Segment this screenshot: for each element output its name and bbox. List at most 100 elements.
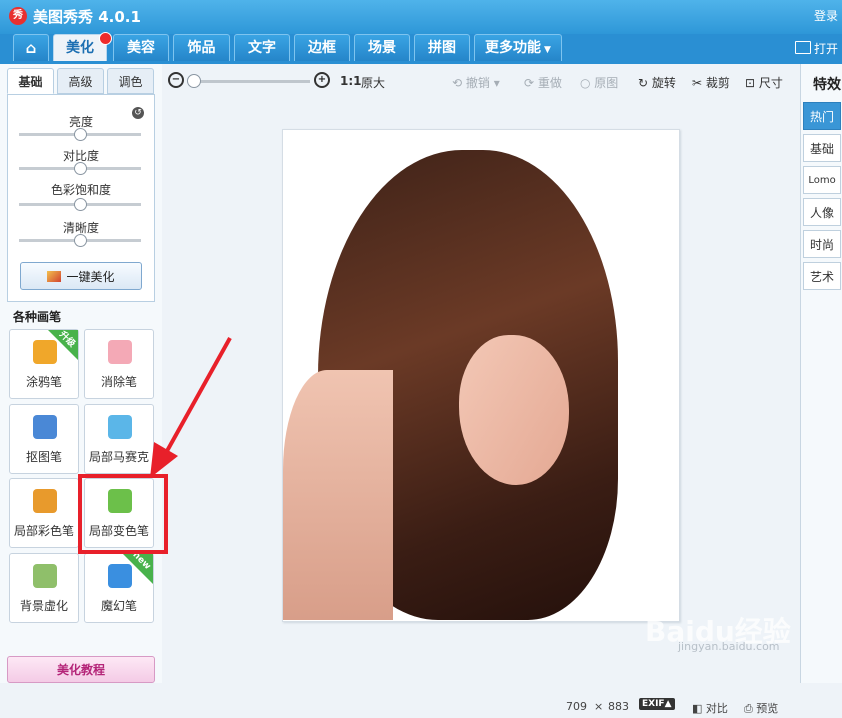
image-height: 883 [608, 700, 629, 713]
zoom-in-icon[interactable]: + [314, 72, 330, 88]
effects-title: 特效 [813, 77, 841, 93]
open-button[interactable]: 打开 [794, 40, 838, 57]
pen-icon [33, 415, 57, 439]
preview-button[interactable]: ⎙ 预览 [744, 700, 778, 716]
slider-knob[interactable] [74, 234, 87, 247]
redo-label: 重做 [537, 76, 562, 90]
home-icon: ⌂ [25, 39, 37, 57]
slider-knob[interactable] [74, 162, 87, 175]
original-size-button[interactable]: 原大 [361, 74, 385, 91]
exif-button[interactable]: EXIF▲ [639, 698, 675, 710]
tab-scene[interactable]: 场景 [354, 34, 410, 61]
paintbrush-icon [33, 489, 57, 513]
watermark-url: jingyan.baidu.com [678, 640, 780, 653]
tool-label: 涂鸦笔 [25, 375, 62, 389]
canvas-toolbar: − + 1:1 原大 ⟲ 撤销 ▾ ⟳ 重做 ○ 原图 ↻ 旋转 ✂ 裁剪 ⊡ … [162, 64, 800, 98]
subtab-advanced[interactable]: 高级 [57, 68, 104, 94]
rotate-label: 旋转 [651, 76, 676, 90]
tab-label: 场景 [368, 40, 396, 56]
login-link[interactable]: 登录 [814, 7, 838, 24]
original-image-button[interactable]: ○ 原图 [580, 74, 618, 91]
eraser-icon [108, 340, 132, 364]
tab-frame[interactable]: 边框 [294, 34, 350, 61]
tool-background-blur[interactable]: 背景虚化 [9, 553, 79, 623]
contrast-slider[interactable] [19, 162, 141, 175]
notification-dot [99, 32, 112, 45]
redo-button[interactable]: ⟳ 重做 [524, 74, 562, 91]
crop-label: 裁剪 [705, 76, 730, 90]
slider-knob[interactable] [74, 128, 87, 141]
tab-label: 边框 [308, 40, 336, 56]
effects-tab-fashion[interactable]: 时尚 [803, 230, 841, 258]
open-label: 打开 [813, 42, 838, 56]
crop-button[interactable]: ✂ 裁剪 [692, 74, 730, 91]
tab-label: 拼图 [428, 40, 456, 56]
sharpness-slider[interactable] [19, 234, 141, 247]
tab-label: 饰品 [187, 40, 216, 56]
tool-magic-pen[interactable]: new 魔幻笔 [84, 550, 154, 623]
tool-cutout-pen[interactable]: 抠图笔 [9, 404, 79, 474]
tool-label: 局部彩色笔 [13, 524, 74, 538]
tool-label: 魔幻笔 [100, 599, 137, 613]
photo-image[interactable] [282, 129, 680, 622]
blur-icon [33, 564, 57, 588]
subtab-color[interactable]: 调色 [107, 68, 154, 94]
brushes-section-title: 各种画笔 [13, 310, 62, 324]
effects-tab-lomo[interactable]: Lomo [803, 166, 841, 194]
chevron-down-icon: ▼ [544, 45, 551, 55]
arrow-head [150, 442, 178, 478]
size-label: 尺寸 [758, 76, 783, 90]
tab-label: 美容 [127, 40, 155, 56]
effects-panel: 特效 热门 基础 Lomo 人像 时尚 艺术 [800, 64, 842, 683]
adjust-panel: ↺ 亮度 对比度 色彩饱和度 清晰度 一键美化 [7, 94, 155, 302]
undo-button[interactable]: ⟲ 撤销 ▾ [452, 74, 500, 91]
tab-collage[interactable]: 拼图 [414, 34, 470, 61]
beautify-tutorial-button[interactable]: 美化教程 [7, 656, 155, 683]
title-bar: 秀 美图秀秀 4.0.1 登录 [0, 0, 842, 34]
compare-label: 对比 [705, 702, 728, 715]
canvas-area: 709 × 883 EXIF▲ ◧ 对比 ⎙ 预览 [162, 98, 800, 715]
app-logo-icon: 秀 [9, 7, 27, 25]
effects-tab-hot[interactable]: 热门 [803, 102, 841, 130]
zoom-out-icon[interactable]: − [168, 72, 184, 88]
tab-text[interactable]: 文字 [234, 34, 290, 61]
brightness-slider[interactable] [19, 128, 141, 141]
shoulder-shape [283, 370, 393, 620]
adjust-subtabs: 基础 高级 调色 [7, 68, 155, 94]
actual-size-ratio[interactable]: 1:1 [340, 74, 362, 88]
tab-beautify[interactable]: 美化 [53, 32, 112, 61]
one-key-beautify-button[interactable]: 一键美化 [20, 262, 142, 290]
zoom-slider[interactable] [188, 80, 310, 83]
subtab-basic[interactable]: 基础 [7, 68, 54, 94]
preview-label: 预览 [756, 702, 779, 715]
highlight-box [78, 474, 168, 554]
tab-home[interactable]: ⌂ [13, 34, 49, 61]
effects-tab-basic[interactable]: 基础 [803, 134, 841, 162]
app-title: 美图秀秀 4.0.1 [33, 8, 141, 26]
tool-graffiti-brush[interactable]: 升级 涂鸦笔 [9, 329, 79, 399]
image-width: 709 [566, 700, 587, 713]
effects-tab-art[interactable]: 艺术 [803, 262, 841, 290]
compare-button[interactable]: ◧ 对比 [692, 700, 728, 716]
slider-knob[interactable] [74, 198, 87, 211]
tab-label: 文字 [248, 40, 276, 56]
one-key-label: 一键美化 [66, 270, 115, 284]
undo-label: 撤销 [465, 76, 490, 90]
tab-face[interactable]: 美容 [113, 34, 169, 61]
tool-local-color-brush[interactable]: 局部彩色笔 [9, 478, 79, 548]
main-tab-bar: ⌂ 美化 美容 饰品 文字 边框 场景 拼图 更多功能 ▼ 打开 [0, 32, 842, 64]
resize-button[interactable]: ⊡ 尺寸 [745, 74, 783, 91]
effects-tab-portrait[interactable]: 人像 [803, 198, 841, 226]
face-shape [459, 335, 569, 485]
arrow-shaft [160, 337, 232, 461]
tool-label: 抠图笔 [25, 450, 62, 464]
tab-more[interactable]: 更多功能 ▼ [474, 34, 562, 61]
left-panel: 基础 高级 调色 ↺ 亮度 对比度 色彩饱和度 清晰度 一键美化 各种画笔 升级… [0, 64, 162, 683]
zoom-slider-knob[interactable] [187, 74, 201, 88]
saturation-label: 色彩饱和度 [50, 183, 111, 197]
original-label: 原图 [594, 76, 619, 90]
saturation-slider[interactable] [19, 198, 141, 211]
tab-accessories[interactable]: 饰品 [173, 34, 230, 61]
mosaic-icon [108, 415, 132, 439]
rotate-button[interactable]: ↻ 旋转 [638, 74, 676, 91]
